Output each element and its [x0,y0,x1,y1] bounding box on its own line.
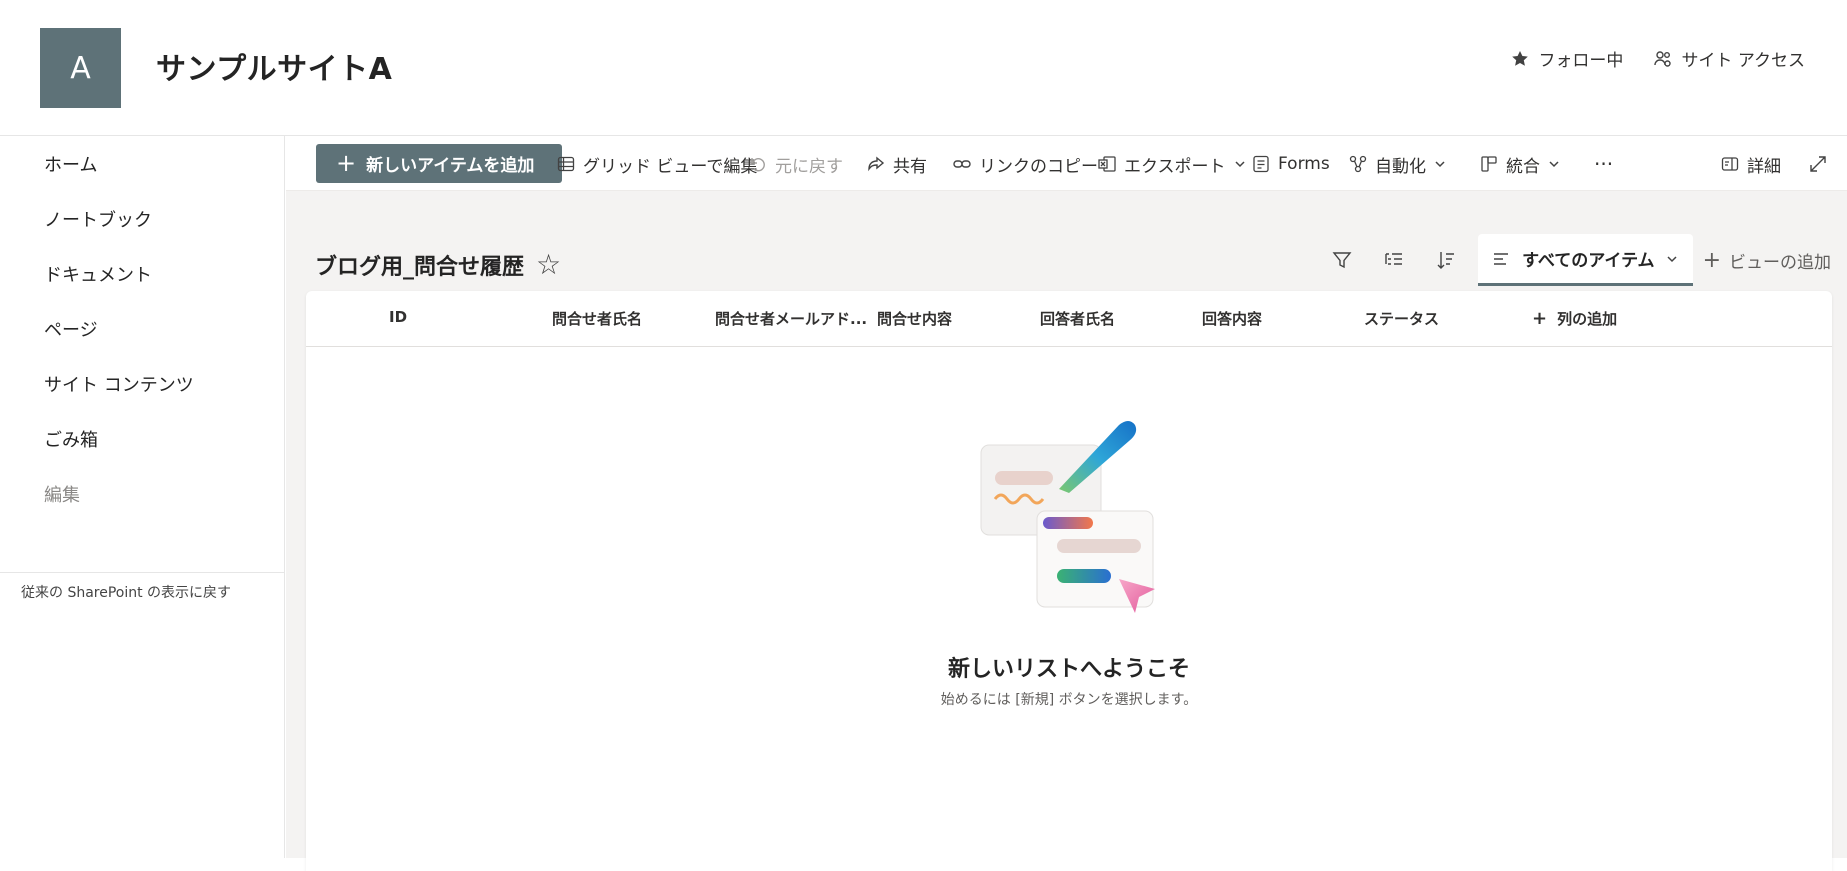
main-content: + 新しいアイテムを追加 グリッド ビューで編集 元に戻す 共有 リンクのコピー… [286,136,1847,871]
view-name: すべてのアイテム [1522,251,1655,271]
copy-link-label: リンクのコピー [979,156,1098,177]
people-settings-icon [1654,50,1672,67]
forms-icon [1253,155,1269,173]
nav-item-notebook[interactable]: ノートブック [0,191,284,246]
plus-icon: + [336,148,357,177]
follow-button[interactable]: フォロー中 [1510,46,1623,71]
site-header: A サンプルサイトA フォロー中 サイト アクセス [0,0,1847,136]
nav-item-home[interactable]: ホーム [0,136,284,191]
favorite-star-icon[interactable]: ☆ [536,248,561,281]
export-label: エクスポート [1124,156,1226,177]
chevron-down-icon [1549,161,1559,168]
nav-divider [0,572,285,573]
integrate-icon [1481,156,1497,172]
list-title: ブログ用_問合せ履歴 ☆ [315,248,561,281]
details-pane-icon [1721,157,1739,171]
sort-icon [1437,252,1455,269]
sort-button[interactable] [1420,236,1472,284]
add-view-button[interactable]: + ビューの追加 [1703,248,1847,273]
plus-icon: + [1702,247,1721,273]
undo-button[interactable]: 元に戻す [748,150,843,178]
chevron-down-icon [1435,161,1445,168]
integrate-button[interactable]: 統合 [1479,150,1561,178]
grid-edit-label: グリッド ビューで編集 [583,156,758,177]
share-icon [868,156,885,172]
plus-icon: + [1532,308,1548,329]
column-header-inquiry-content[interactable]: 問合せ内容 [877,308,952,329]
nav-item-site-contents[interactable]: サイト コンテンツ [0,356,284,411]
more-commands-button[interactable]: ··· [1594,150,1613,178]
nav-edit-link[interactable]: 編集 [0,466,284,521]
column-header-id[interactable]: ID [389,308,407,326]
share-label: 共有 [893,156,927,177]
classic-view-link[interactable]: 従来の SharePoint の表示に戻す [21,582,231,602]
empty-state: 新しいリストへようこそ 始めるには [新規] ボタンを選択します。 [306,411,1832,709]
column-header-status[interactable]: ステータス [1364,308,1439,329]
empty-list-illustration [969,411,1169,621]
excel-icon [1098,156,1116,172]
nav-item-documents[interactable]: ドキュメント [0,246,284,301]
undo-label: 元に戻す [775,156,843,177]
filter-button[interactable] [1316,236,1368,284]
copy-link-button[interactable]: リンクのコピー [952,150,1098,178]
star-filled-icon [1512,50,1529,66]
forms-button[interactable]: Forms [1251,150,1330,178]
site-access-button[interactable]: サイト アクセス [1653,46,1805,71]
details-button[interactable]: 詳細 [1720,150,1781,178]
add-column-label: 列の追加 [1557,310,1618,328]
column-header-responder-name[interactable]: 回答者氏名 [1040,308,1115,329]
automate-button[interactable]: 自動化 [1348,150,1447,178]
chevron-down-icon [1667,255,1677,262]
site-access-label: サイト アクセス [1681,51,1805,71]
column-header-row: ID 問合せ者氏名 問合せ者メールアド... 問合せ内容 回答者氏名 回答内容 … [306,291,1832,347]
column-header-inquirer-name[interactable]: 問合せ者氏名 [552,308,642,329]
column-header-inquirer-email[interactable]: 問合せ者メールアド... [715,308,867,329]
view-selector[interactable]: すべてのアイテム [1478,234,1693,286]
chevron-down-icon [1234,161,1245,168]
nav-item-pages[interactable]: ページ [0,301,284,356]
empty-state-subtitle: 始めるには [新規] ボタンを選択します。 [940,692,1198,708]
add-view-label: ビューの追加 [1729,252,1831,273]
header-actions: フォロー中 サイト アクセス [1510,46,1805,71]
flow-icon [1349,155,1367,173]
view-tools: すべてのアイテム + ビューの追加 [1316,234,1847,286]
link-icon [953,160,971,168]
expand-button[interactable] [1808,150,1828,178]
new-item-label: 新しいアイテムを追加 [366,156,535,176]
grid-edit-button[interactable]: グリッド ビューで編集 [556,150,757,178]
undo-icon [751,158,765,172]
details-label: 詳細 [1747,156,1781,177]
filter-icon [1332,252,1352,269]
new-item-button[interactable]: + 新しいアイテムを追加 [316,144,562,183]
list-group-icon [1385,253,1403,265]
group-by-button[interactable] [1368,236,1420,284]
nav-item-recycle-bin[interactable]: ごみ箱 [0,411,284,466]
column-header-response-content[interactable]: 回答内容 [1202,308,1262,329]
integrate-label: 統合 [1506,156,1540,177]
export-button[interactable]: エクスポート [1097,150,1247,178]
follow-label: フォロー中 [1538,51,1624,71]
more-icon: ··· [1594,152,1614,176]
site-title[interactable]: サンプルサイトA [156,44,392,88]
left-nav: ホーム ノートブック ドキュメント ページ サイト コンテンツ ごみ箱 編集 従… [0,136,285,858]
automate-label: 自動化 [1375,156,1426,177]
list-panel: ID 問合せ者氏名 問合せ者メールアド... 問合せ内容 回答者氏名 回答内容 … [306,291,1832,871]
command-bar: + 新しいアイテムを追加 グリッド ビューで編集 元に戻す 共有 リンクのコピー… [286,136,1847,191]
site-logo[interactable]: A [40,28,121,108]
forms-label: Forms [1278,154,1330,174]
list-title-text: ブログ用_問合せ履歴 [315,254,525,280]
share-button[interactable]: 共有 [866,150,927,178]
view-lines-icon [1494,252,1509,265]
empty-state-title: 新しいリストへようこそ [947,657,1190,682]
grid-icon [557,156,575,172]
expand-icon [1810,156,1826,172]
add-column-button[interactable]: + 列の追加 [1532,308,1617,329]
